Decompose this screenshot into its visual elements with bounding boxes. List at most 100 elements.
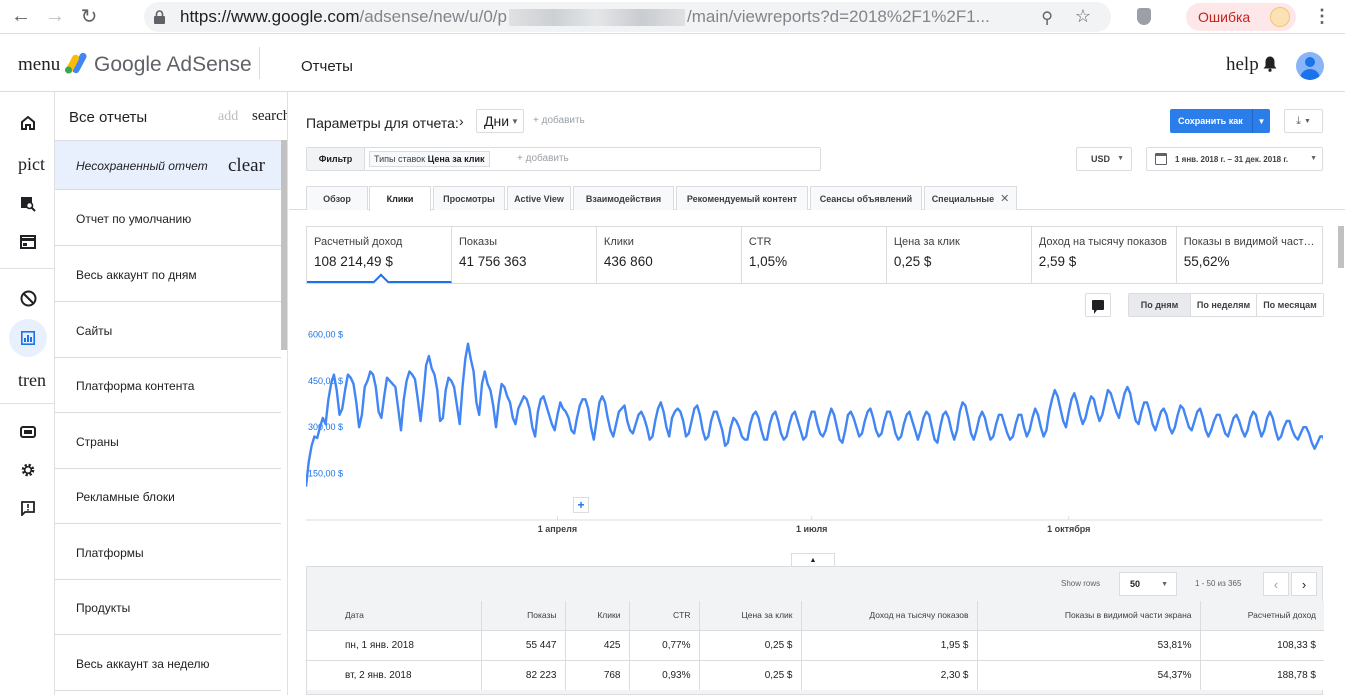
column-header[interactable]: CTR <box>629 601 700 630</box>
column-header[interactable]: Показы в видимой части экрана <box>977 601 1201 630</box>
tab-overview[interactable]: Обзор <box>306 186 368 210</box>
chevron-left-icon: ‹ <box>1273 576 1279 592</box>
metric-card[interactable]: Показы в видимой части экрана 55,62% <box>1177 227 1322 283</box>
pagination-range: 1 - 50 из 365 <box>1195 579 1242 588</box>
clear-button[interactable]: clear <box>228 155 265 177</box>
column-header[interactable]: Показы <box>481 601 566 630</box>
download-button[interactable]: ⤓ ▼ <box>1284 109 1323 133</box>
help-button[interactable]: help <box>1226 54 1259 76</box>
column-header[interactable]: Доход на тысячу показов <box>801 601 978 630</box>
page-scrollbar[interactable] <box>1338 226 1344 268</box>
tab-interactions[interactable]: Взаимодействия <box>573 186 674 210</box>
profile-error-pill[interactable]: Ошибка <box>1186 3 1296 31</box>
table-row[interactable]: пн, 1 янв. 2018 55 447 425 0,77% 0,25 $ … <box>307 629 1324 660</box>
filter-bar[interactable]: Фильтр Типы ставок Цена за клик + добави… <box>306 147 821 171</box>
revenue-series-line[interactable] <box>304 342 1341 487</box>
add-filter-link[interactable]: + добавить <box>517 153 569 164</box>
period-days-button[interactable]: По дням <box>1129 294 1191 316</box>
tab-clicks[interactable]: Клики <box>369 186 431 211</box>
forward-arrow-icon[interactable]: → <box>42 4 68 30</box>
reload-icon[interactable]: ↻ <box>76 4 102 30</box>
browser-menu-icon[interactable]: ⋮ <box>1313 6 1331 27</box>
date-range-dropdown[interactable]: 1 янв. 2018 г. – 31 дек. 2018 г. ▼ <box>1146 147 1323 171</box>
chevron-right-icon: › <box>459 113 464 129</box>
tab-ad-sessions[interactable]: Сеансы объявлений <box>810 186 922 210</box>
metric-card[interactable]: Доход на тысячу показов 2,59 $ <box>1032 227 1177 283</box>
table-header-row: Дата Показы Клики CTR Цена за клик Доход… <box>307 601 1324 630</box>
block-icon[interactable] <box>9 279 47 317</box>
dimension-value: Дни <box>484 113 510 129</box>
prev-page-button[interactable]: ‹ <box>1263 572 1289 596</box>
period-months-button[interactable]: По месяцам <box>1257 294 1323 316</box>
unsaved-report-label: Несохраненный отчет <box>76 159 208 173</box>
gear-icon[interactable] <box>9 451 47 489</box>
annotations-button[interactable] <box>1085 293 1111 317</box>
report-item[interactable]: Продукты <box>55 579 281 635</box>
tab-recommended-content[interactable]: Рекомендуемый контент <box>676 186 808 210</box>
metric-card[interactable]: Цена за клик 0,25 $ <box>887 227 1032 283</box>
tab-views[interactable]: Просмотры <box>433 186 505 210</box>
currency-dropdown[interactable]: USD ▼ <box>1076 147 1132 171</box>
add-report-button[interactable]: add <box>218 109 238 125</box>
column-header[interactable]: Дата <box>307 601 482 630</box>
reports-icon[interactable] <box>9 319 47 357</box>
menu-button[interactable]: menu <box>18 54 60 76</box>
add-dimension-link[interactable]: + добавить <box>533 115 585 126</box>
save-menu-caret-icon[interactable]: ▼ <box>1252 109 1270 133</box>
next-page-button[interactable]: › <box>1291 572 1317 596</box>
unsaved-report-item[interactable]: Несохраненный отчет clear <box>55 140 281 190</box>
filter-chip[interactable]: Типы ставок Цена за клик <box>369 151 490 167</box>
rail-trend-label[interactable]: tren <box>18 370 46 391</box>
feedback-icon[interactable] <box>9 489 47 527</box>
extension-shield-icon[interactable] <box>1137 8 1151 25</box>
url-path-end: /main/viewreports?d=2018%2F1%2F1... <box>686 7 990 26</box>
collapse-chart-button[interactable]: ▲ <box>791 553 835 567</box>
tab-active-view[interactable]: Active View <box>507 186 571 210</box>
tab-custom[interactable]: Специальные ✕ <box>924 186 1017 210</box>
search-reports-button[interactable]: search <box>252 108 287 125</box>
save-as-button[interactable]: Сохранить как ▼ <box>1170 109 1270 133</box>
report-item[interactable]: Страны <box>55 413 281 469</box>
add-annotation-button[interactable]: + <box>573 497 589 513</box>
search-report-icon[interactable] <box>9 185 47 223</box>
reports-scrollbar[interactable] <box>281 140 287 350</box>
metric-value: 41 756 363 <box>458 254 527 269</box>
user-avatar[interactable] <box>1296 52 1324 80</box>
close-icon[interactable]: ✕ <box>1000 192 1009 205</box>
payments-icon[interactable] <box>9 413 47 451</box>
rail-pict-label[interactable]: pict <box>18 154 45 175</box>
report-item[interactable]: Платформы <box>55 524 281 580</box>
rows-per-page-dropdown[interactable]: 50 ▼ <box>1119 572 1177 596</box>
column-header[interactable]: Цена за клик <box>699 601 802 630</box>
period-toggle: По дням По неделям По месяцам <box>1128 293 1324 317</box>
home-icon[interactable] <box>9 104 47 142</box>
dimension-dropdown[interactable]: Дни ▼ <box>476 109 524 133</box>
metric-card[interactable]: CTR 1,05% <box>742 227 887 283</box>
ad-units-icon[interactable] <box>9 223 47 261</box>
brand-name[interactable]: Google AdSense <box>94 53 252 77</box>
report-item[interactable]: Весь аккаунт по дням <box>55 246 281 302</box>
report-item[interactable]: Отчет по умолчанию <box>55 190 281 246</box>
zoom-icon[interactable]: ⚲ <box>1041 8 1053 28</box>
column-header[interactable]: Клики <box>565 601 630 630</box>
notifications-bell-icon[interactable] <box>1263 56 1277 77</box>
report-item[interactable]: Сайты <box>55 302 281 358</box>
column-header[interactable]: Расчетный доход <box>1200 601 1324 630</box>
back-arrow-icon[interactable]: ← <box>8 4 34 30</box>
report-item[interactable]: Рекламные блоки <box>55 468 281 524</box>
metric-card[interactable]: Показы 41 756 363 <box>452 227 597 283</box>
chevron-right-icon: › <box>1301 576 1307 592</box>
period-weeks-button[interactable]: По неделям <box>1191 294 1257 316</box>
metric-card[interactable]: Клики 436 860 <box>597 227 742 283</box>
profile-avatar <box>1270 7 1290 27</box>
table-row[interactable]: вт, 2 янв. 2018 82 223 768 0,93% 0,25 $ … <box>307 659 1324 690</box>
address-bar[interactable]: https://www.google.com/adsense/new/u/0/p… <box>144 2 1111 32</box>
tab-custom-label: Специальные <box>931 193 995 204</box>
metric-card[interactable]: Расчетный доход 108 214,49 $ <box>307 227 452 283</box>
url-text: https://www.google.com/adsense/new/u/0/p… <box>180 7 990 27</box>
report-item[interactable]: Платформа контента <box>55 357 281 413</box>
filter-button[interactable]: Фильтр <box>307 148 365 170</box>
report-item[interactable]: Весь аккаунт за неделю <box>55 635 281 691</box>
bookmark-star-icon[interactable]: ☆ <box>1075 6 1091 27</box>
metric-value: 436 860 <box>603 254 653 269</box>
